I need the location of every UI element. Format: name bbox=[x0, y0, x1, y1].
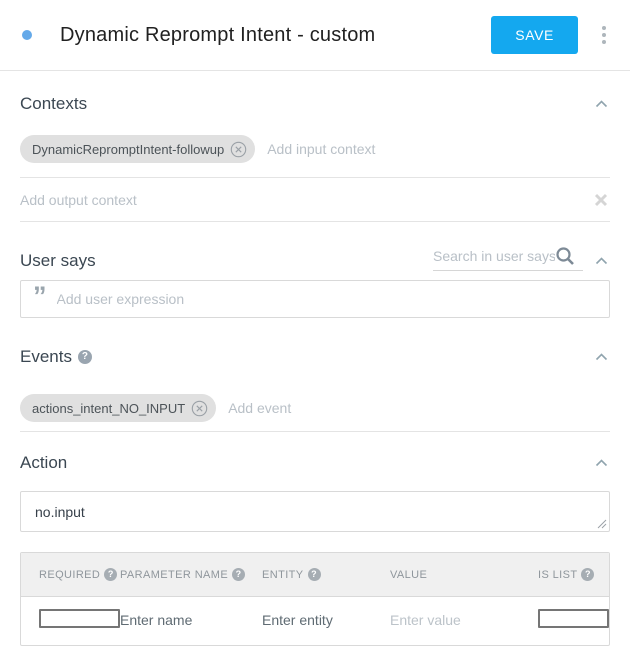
column-parameter-name: PARAMETER NAME bbox=[120, 568, 262, 581]
is-list-help-icon[interactable] bbox=[581, 568, 594, 581]
resize-handle-icon[interactable] bbox=[597, 519, 607, 529]
event-chip: actions_intent_NO_INPUT bbox=[20, 394, 216, 422]
contexts-heading: Contexts bbox=[20, 94, 87, 114]
more-options-icon[interactable] bbox=[598, 22, 610, 48]
action-name-value: no.input bbox=[35, 504, 85, 520]
intent-status-dot-icon bbox=[22, 30, 32, 40]
divider bbox=[20, 221, 610, 222]
save-button[interactable]: SAVE bbox=[491, 16, 578, 54]
add-input-context-field[interactable] bbox=[267, 141, 610, 157]
parameter-name-help-icon[interactable] bbox=[232, 568, 245, 581]
search-user-says-input[interactable] bbox=[433, 248, 555, 264]
input-context-chip-label: DynamicRepromptIntent-followup bbox=[32, 142, 224, 157]
intent-header: Dynamic Reprompt Intent - custom SAVE bbox=[0, 0, 630, 71]
input-contexts-row: DynamicRepromptIntent-followup bbox=[20, 135, 610, 163]
entity-help-icon[interactable] bbox=[308, 568, 321, 581]
user-says-search bbox=[433, 246, 583, 271]
add-output-context-field[interactable] bbox=[20, 192, 592, 208]
user-says-heading: User says bbox=[20, 251, 96, 271]
parameter-name-cell bbox=[120, 612, 262, 630]
input-context-chip: DynamicRepromptIntent-followup bbox=[20, 135, 255, 163]
is-list-cell bbox=[538, 609, 609, 633]
action-name-textarea[interactable]: no.input bbox=[20, 491, 610, 532]
parameters-table: REQUIRED PARAMETER NAME ENTITY VALUE IS … bbox=[20, 552, 610, 646]
action-collapse-chevron-up-icon[interactable] bbox=[593, 457, 610, 469]
value-cell bbox=[390, 612, 538, 630]
add-user-expression-input[interactable] bbox=[57, 291, 598, 307]
parameters-table-header: REQUIRED PARAMETER NAME ENTITY VALUE IS … bbox=[21, 553, 609, 597]
search-icon[interactable] bbox=[555, 246, 575, 266]
event-chip-label: actions_intent_NO_INPUT bbox=[32, 401, 185, 416]
required-help-icon[interactable] bbox=[104, 568, 117, 581]
required-checkbox[interactable] bbox=[39, 609, 120, 628]
events-row: actions_intent_NO_INPUT bbox=[20, 394, 610, 422]
action-section-header: Action bbox=[20, 453, 610, 473]
parameter-name-input[interactable] bbox=[120, 612, 262, 628]
events-help-icon[interactable] bbox=[78, 350, 92, 364]
column-is-list: IS LIST bbox=[538, 568, 609, 581]
intent-title: Dynamic Reprompt Intent - custom bbox=[60, 24, 491, 47]
user-says-collapse-chevron-up-icon[interactable] bbox=[593, 255, 610, 267]
contexts-section-header: Contexts bbox=[20, 94, 610, 114]
remove-event-icon[interactable] bbox=[191, 400, 208, 417]
entity-cell bbox=[262, 612, 390, 630]
output-context-row bbox=[20, 178, 610, 221]
entity-input[interactable] bbox=[262, 612, 390, 628]
value-input[interactable] bbox=[390, 612, 538, 628]
clear-contexts-icon[interactable] bbox=[592, 191, 610, 209]
column-entity: ENTITY bbox=[262, 568, 390, 581]
user-says-section-header: User says bbox=[20, 246, 610, 271]
action-heading: Action bbox=[20, 453, 67, 473]
quote-icon: ” bbox=[33, 291, 47, 307]
user-expression-box: ” bbox=[20, 280, 610, 318]
add-event-field[interactable] bbox=[228, 400, 610, 416]
remove-context-icon[interactable] bbox=[230, 141, 247, 158]
events-heading: Events bbox=[20, 347, 72, 367]
column-required: REQUIRED bbox=[21, 568, 120, 581]
events-collapse-chevron-up-icon[interactable] bbox=[593, 351, 610, 363]
is-list-checkbox[interactable] bbox=[538, 609, 609, 628]
events-section-header: Events bbox=[20, 347, 610, 367]
contexts-collapse-chevron-up-icon[interactable] bbox=[593, 98, 610, 110]
required-cell bbox=[21, 609, 120, 633]
divider bbox=[20, 431, 610, 432]
parameter-row bbox=[21, 597, 609, 645]
column-value: VALUE bbox=[390, 569, 538, 581]
